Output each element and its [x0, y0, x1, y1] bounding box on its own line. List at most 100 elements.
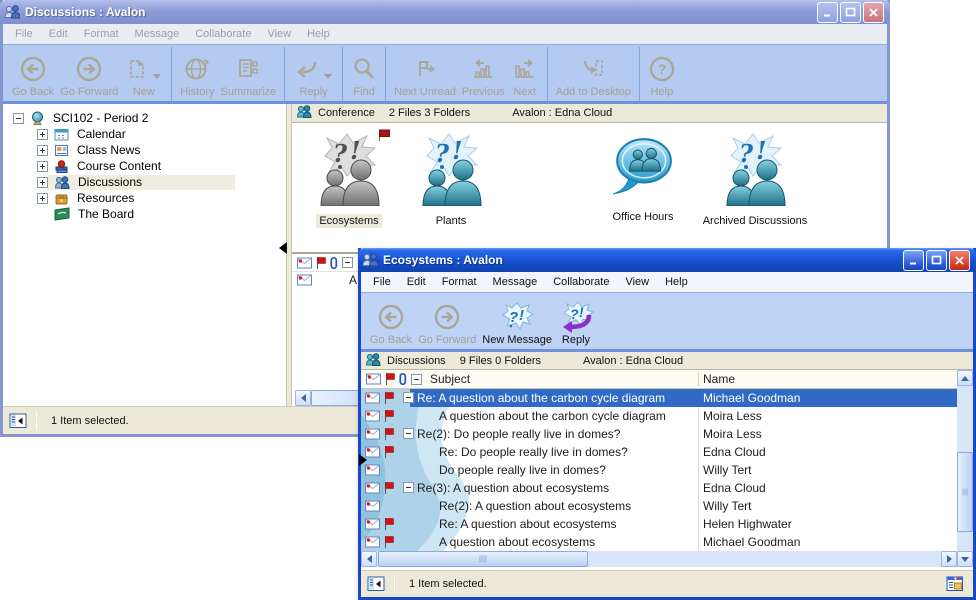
- collapse-thread-icon[interactable]: [403, 428, 414, 439]
- tree-item-sci102-period-2[interactable]: SCI102 - Period 2: [3, 110, 286, 126]
- toolbar-next-unread[interactable]: Next Unread: [391, 47, 459, 101]
- close-button[interactable]: [949, 250, 970, 271]
- message-row[interactable]: Re: Do people really live in domes?Edna …: [361, 443, 957, 461]
- horizontal-scrollbar[interactable]: [361, 551, 957, 567]
- tree-item-label: Class News: [74, 143, 143, 157]
- titlebar-ecosystems[interactable]: Ecosystems : Avalon: [358, 248, 976, 272]
- conference-item-office-hours[interactable]: Office Hours: [587, 132, 699, 225]
- menu-view[interactable]: View: [617, 274, 657, 290]
- menu-edit[interactable]: Edit: [41, 26, 76, 42]
- red-flag-icon: [384, 391, 395, 405]
- dropdown-arrow-icon[interactable]: [324, 74, 332, 79]
- menu-help[interactable]: Help: [657, 274, 696, 290]
- expand-box-icon[interactable]: [37, 161, 48, 172]
- tree-item-class-news[interactable]: Class News: [3, 142, 286, 158]
- tree-item-discussions[interactable]: Discussions: [3, 174, 286, 190]
- collapse-pane-arrow[interactable]: [279, 242, 287, 254]
- maximize-button[interactable]: [840, 2, 861, 23]
- tree-item-course-content[interactable]: Course Content: [3, 158, 286, 174]
- vertical-scrollbar[interactable]: [957, 370, 973, 567]
- toolbar-go-back[interactable]: Go Back: [9, 47, 57, 101]
- scroll-up-button[interactable]: [957, 370, 973, 386]
- toggle-panel-icon[interactable]: [367, 575, 386, 593]
- subject-column-header[interactable]: Subject: [430, 372, 470, 386]
- toolbar-new-message[interactable]: ?!New Message: [479, 295, 555, 349]
- expand-box-icon[interactable]: [37, 193, 48, 204]
- toolbar-find[interactable]: Find: [348, 47, 380, 101]
- toolbar-add-to-desktop[interactable]: Add to Desktop: [553, 47, 634, 101]
- menu-format[interactable]: Format: [76, 26, 127, 42]
- menu-message[interactable]: Message: [127, 26, 188, 42]
- toolbar-go-forward[interactable]: Go Forward: [415, 295, 479, 349]
- toolbar-reply[interactable]: Reply: [290, 47, 337, 101]
- tree-item-calendar[interactable]: Calendar: [3, 126, 286, 142]
- toolbar-label: Next: [513, 86, 536, 98]
- menu-collaborate[interactable]: Collaborate: [545, 274, 617, 290]
- conference-item-plants[interactable]: ?!Plants: [395, 132, 507, 229]
- message-row[interactable]: Re: A question about the carbon cycle di…: [361, 389, 957, 407]
- menu-collaborate[interactable]: Collaborate: [187, 26, 259, 42]
- tree-item-the-board[interactable]: The Board: [3, 206, 286, 222]
- envelope-column-icon[interactable]: [297, 257, 312, 269]
- message-row[interactable]: Re(2): Do people really live in domes?Mo…: [361, 425, 957, 443]
- toggle-panel-icon[interactable]: [9, 412, 28, 430]
- scroll-thumb[interactable]: [957, 452, 973, 532]
- menu-message[interactable]: Message: [485, 274, 546, 290]
- expand-box-icon[interactable]: [37, 129, 48, 140]
- expand-box-icon[interactable]: [37, 177, 48, 188]
- message-row[interactable]: Re(2): A question about ecosystemsWilly …: [361, 497, 957, 515]
- minimize-button[interactable]: [817, 2, 838, 23]
- collapse-thread-icon[interactable]: [403, 392, 414, 403]
- flag-column-icon[interactable]: [316, 256, 327, 270]
- toolbar-history[interactable]: History: [177, 47, 217, 101]
- collapse-box-icon[interactable]: [13, 113, 24, 124]
- menu-view[interactable]: View: [259, 26, 299, 42]
- scroll-thumb[interactable]: [378, 551, 588, 567]
- flag-column-icon[interactable]: [385, 372, 396, 386]
- toolbar-go-back[interactable]: Go Back: [367, 295, 415, 349]
- message-row[interactable]: A question about the carbon cycle diagra…: [361, 407, 957, 425]
- toolbar-new[interactable]: New: [121, 47, 166, 101]
- maximize-button[interactable]: [926, 250, 947, 271]
- column-divider[interactable]: [698, 372, 699, 386]
- toolbar-next[interactable]: Next: [508, 47, 542, 101]
- menu-edit[interactable]: Edit: [399, 274, 434, 290]
- titlebar-discussions[interactable]: Discussions : Avalon: [0, 0, 890, 24]
- toolbar-reply[interactable]: ?!Reply: [555, 295, 597, 349]
- expand-box-icon[interactable]: [37, 145, 48, 156]
- message-row[interactable]: Do people really live in domes?Willy Ter…: [361, 461, 957, 479]
- menu-format[interactable]: Format: [434, 274, 485, 290]
- toolbar-label: Go Back: [370, 334, 412, 346]
- collapse-thread-icon[interactable]: [403, 482, 414, 493]
- view-grid-icon[interactable]: [946, 575, 965, 593]
- envelope-column-icon[interactable]: [366, 373, 381, 385]
- conference-item-ecosystems[interactable]: ?!Ecosystems: [293, 132, 405, 229]
- collapse-all-icon[interactable]: [342, 257, 353, 268]
- menu-file[interactable]: File: [365, 274, 399, 290]
- minimize-button[interactable]: [903, 250, 924, 271]
- message-row[interactable]: Re: A question about ecosystemsHelen Hig…: [361, 515, 957, 533]
- message-author: Helen Highwater: [703, 517, 792, 531]
- tree-item-resources[interactable]: Resources: [3, 190, 286, 206]
- collapse-all-icon[interactable]: [411, 374, 422, 385]
- paperclip-column-icon[interactable]: [329, 256, 339, 270]
- toolbar-summarize[interactable]: Summarize: [218, 47, 280, 101]
- name-column-header[interactable]: Name: [703, 372, 735, 386]
- scroll-right-button[interactable]: [941, 551, 957, 567]
- dropdown-arrow-icon[interactable]: [153, 74, 161, 79]
- toolbar-previous[interactable]: Previous: [459, 47, 508, 101]
- scroll-down-button[interactable]: [957, 551, 973, 567]
- paperclip-column-icon[interactable]: [398, 372, 408, 386]
- toolbar-help[interactable]: ?Help: [645, 47, 679, 101]
- scroll-left-button[interactable]: [361, 551, 377, 567]
- collapse-pane-arrow[interactable]: [359, 454, 367, 466]
- close-button[interactable]: [863, 2, 884, 23]
- toolbar-go-forward[interactable]: Go Forward: [57, 47, 121, 101]
- menu-file[interactable]: File: [7, 26, 41, 42]
- menu-help[interactable]: Help: [299, 26, 338, 42]
- scroll-left-button[interactable]: [295, 390, 311, 406]
- conference-item-archived-discussions[interactable]: ?!Archived Discussions: [699, 132, 811, 229]
- message-row[interactable]: A question about ecosystemsMichael Goodm…: [361, 533, 957, 551]
- message-row[interactable]: Re(3): A question about ecosystemsEdna C…: [361, 479, 957, 497]
- list-column-header: Subject Name: [361, 370, 957, 389]
